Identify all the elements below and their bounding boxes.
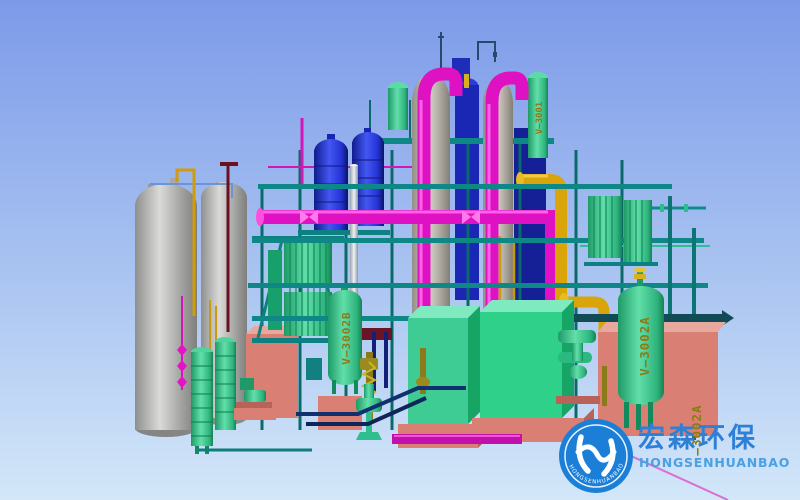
tag-v3002b: V—3002B: [340, 311, 353, 364]
tag-v3002a: V—3002A: [637, 316, 652, 376]
tag-v3001: V—3001: [535, 102, 545, 135]
brand-name-chinese: 宏森环保: [638, 422, 758, 454]
top-platform-beam: [362, 138, 554, 144]
plate-exchangers-right: [584, 196, 658, 266]
cad-render-window: V—3002B V—3002A —3002A V—3001 HONGSENHUA…: [0, 0, 800, 500]
brand-name-english: HONGSENHUANBAO: [639, 455, 790, 470]
storage-tank-left-a: [135, 178, 197, 437]
plant-3d-viewport[interactable]: V—3002B V—3002A —3002A V—3001 HONGSENHUA…: [0, 0, 800, 500]
